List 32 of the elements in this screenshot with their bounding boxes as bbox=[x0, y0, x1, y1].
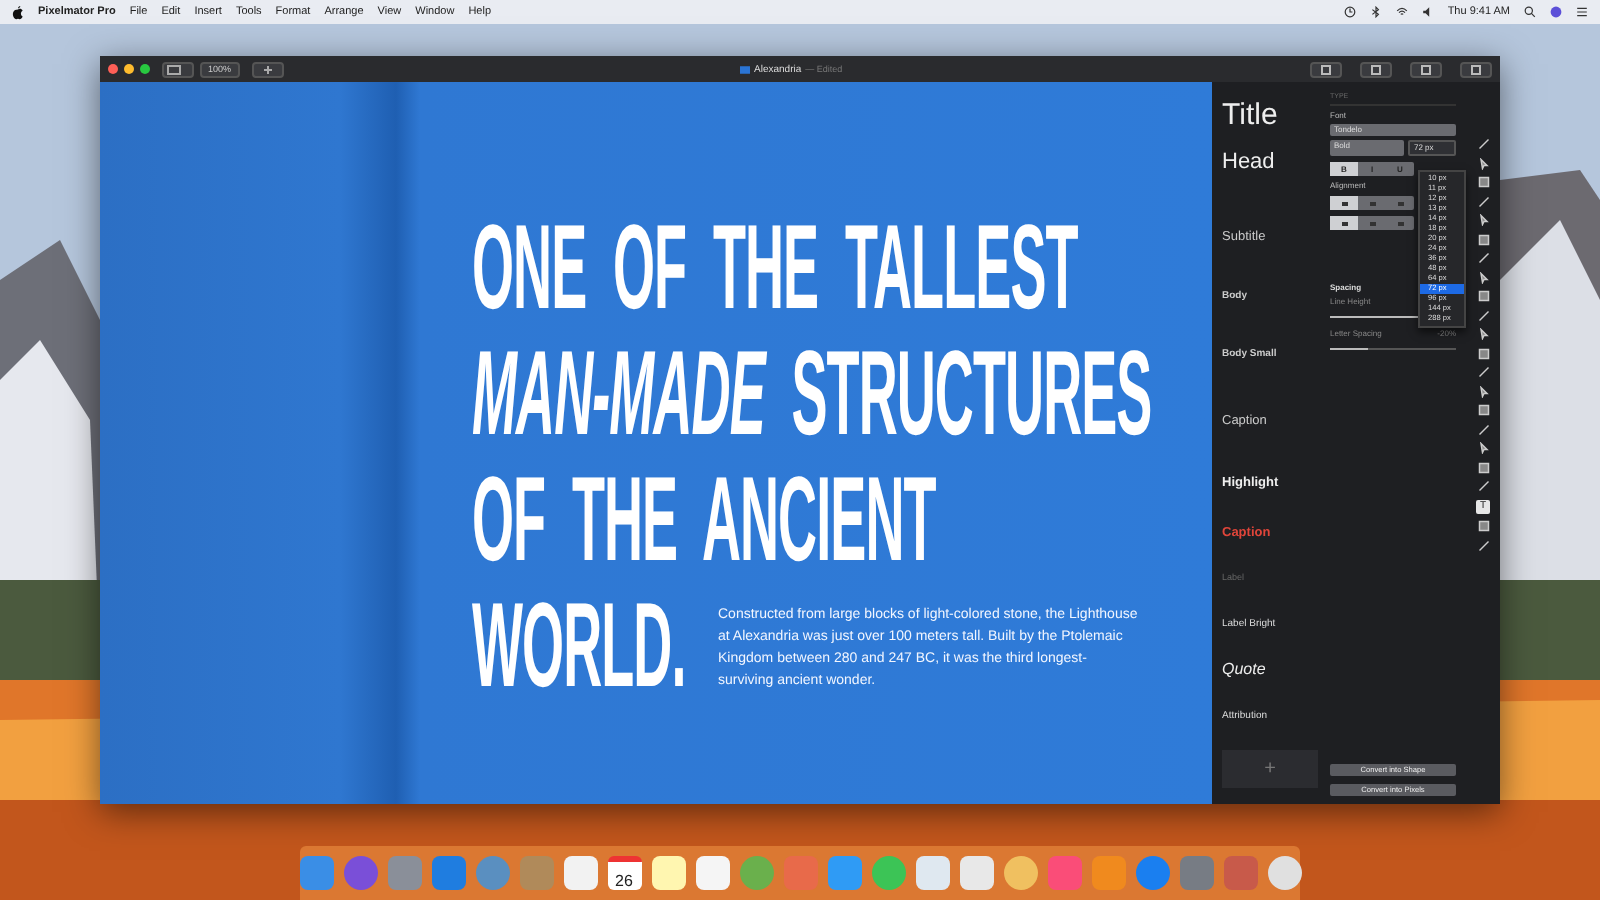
align-button[interactable] bbox=[1330, 196, 1358, 210]
app-icon[interactable] bbox=[915, 856, 949, 890]
app-icon[interactable] bbox=[959, 856, 993, 890]
app-icon[interactable] bbox=[563, 856, 597, 890]
list-icon[interactable] bbox=[1576, 6, 1588, 18]
app-icon[interactable] bbox=[651, 856, 685, 890]
search-icon[interactable] bbox=[1524, 6, 1536, 18]
add-icon[interactable] bbox=[251, 61, 284, 77]
bluetooth-icon[interactable] bbox=[1369, 6, 1382, 18]
toolbar-button-icon[interactable] bbox=[1460, 61, 1492, 77]
clock-icon[interactable] bbox=[1343, 6, 1356, 18]
wifi-icon[interactable] bbox=[1395, 6, 1408, 18]
app-icon[interactable] bbox=[695, 856, 729, 890]
headline-line: MAN-MADE STRUCTURES bbox=[472, 342, 1152, 446]
text-style-item[interactable]: Quote bbox=[1222, 660, 1310, 703]
zoom-button[interactable] bbox=[140, 64, 150, 74]
minimize-button[interactable] bbox=[124, 64, 134, 74]
toolbar-button-icon[interactable] bbox=[1310, 61, 1342, 77]
volume-icon[interactable] bbox=[1421, 6, 1434, 18]
headline-line: WORLD. bbox=[472, 594, 686, 698]
apple-icon[interactable] bbox=[12, 5, 24, 19]
view-toggle-icon[interactable] bbox=[162, 61, 194, 77]
toolbar-button-icon[interactable] bbox=[1410, 61, 1442, 77]
close-button[interactable] bbox=[108, 64, 118, 74]
text-style-item[interactable]: Title bbox=[1222, 98, 1310, 147]
toolbar-button-icon[interactable] bbox=[1360, 61, 1392, 77]
text-style-item[interactable]: Head bbox=[1222, 150, 1310, 206]
calendar-app-icon[interactable]: 26 bbox=[607, 856, 641, 890]
headline-line: ONE OF THE TALLEST bbox=[472, 216, 1078, 320]
headline-line: OF THE ANCIENT bbox=[472, 468, 936, 572]
valign-button[interactable] bbox=[1330, 216, 1358, 230]
document-icon bbox=[740, 65, 750, 73]
